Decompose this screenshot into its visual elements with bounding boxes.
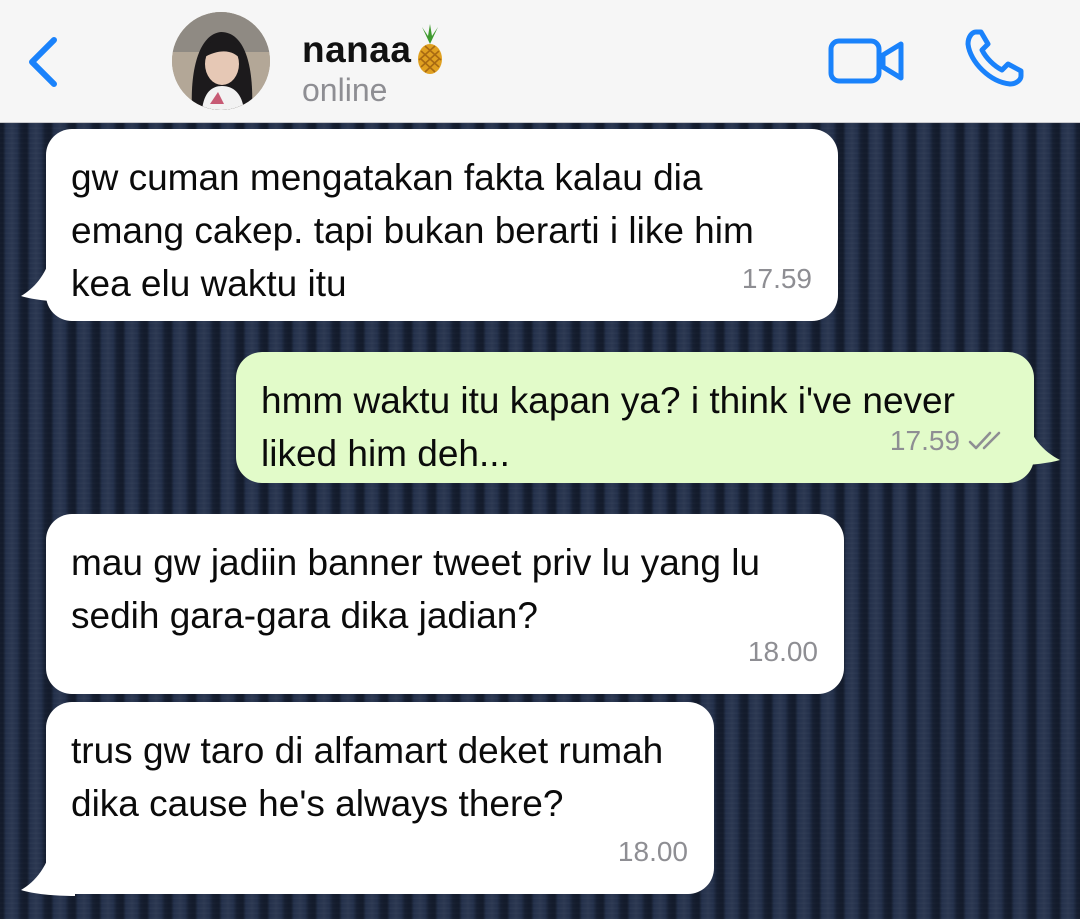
message-time: 17.59 xyxy=(741,263,812,294)
message-meta: 18.00 xyxy=(748,625,818,678)
message-text: gw cuman mengatakan fakta kalau dia eman… xyxy=(71,157,754,304)
phone-icon xyxy=(965,29,1024,87)
message-meta: 18.00 xyxy=(618,825,688,878)
chat-header: nanaa online xyxy=(0,0,1080,123)
contact-status: online xyxy=(302,72,388,108)
message-text: mau gw jadiin banner tweet priv lu yang … xyxy=(71,542,760,636)
contact-name: nanaa xyxy=(302,29,412,70)
message-time: 18.00 xyxy=(747,636,818,667)
message-bubble-incoming[interactable]: trus gw taro di alfamart deket rumah dik… xyxy=(46,702,714,894)
message-meta: 17.59 xyxy=(890,414,1008,467)
video-camera-icon xyxy=(828,38,904,84)
voice-call-button[interactable] xyxy=(962,28,1028,90)
message-bubble-outgoing[interactable]: hmm waktu itu kapan ya? i think i've nev… xyxy=(236,352,1034,483)
message-time: 17.59 xyxy=(889,425,960,456)
message-meta: 17.59 xyxy=(742,252,812,305)
back-button[interactable] xyxy=(22,34,66,90)
message-time: 18.00 xyxy=(617,836,688,867)
avatar-photo xyxy=(172,12,270,110)
double-check-icon xyxy=(968,431,1001,449)
message-text: trus gw taro di alfamart deket rumah dik… xyxy=(71,730,664,824)
message-bubble-incoming[interactable]: mau gw jadiin banner tweet priv lu yang … xyxy=(46,514,844,694)
video-call-button[interactable] xyxy=(828,36,906,86)
message-bubble-incoming[interactable]: gw cuman mengatakan fakta kalau dia eman… xyxy=(46,129,838,321)
avatar[interactable] xyxy=(172,12,270,110)
contact-name-row[interactable]: nanaa xyxy=(302,24,447,76)
pineapple-icon xyxy=(418,24,443,74)
chevron-left-icon xyxy=(29,37,57,87)
